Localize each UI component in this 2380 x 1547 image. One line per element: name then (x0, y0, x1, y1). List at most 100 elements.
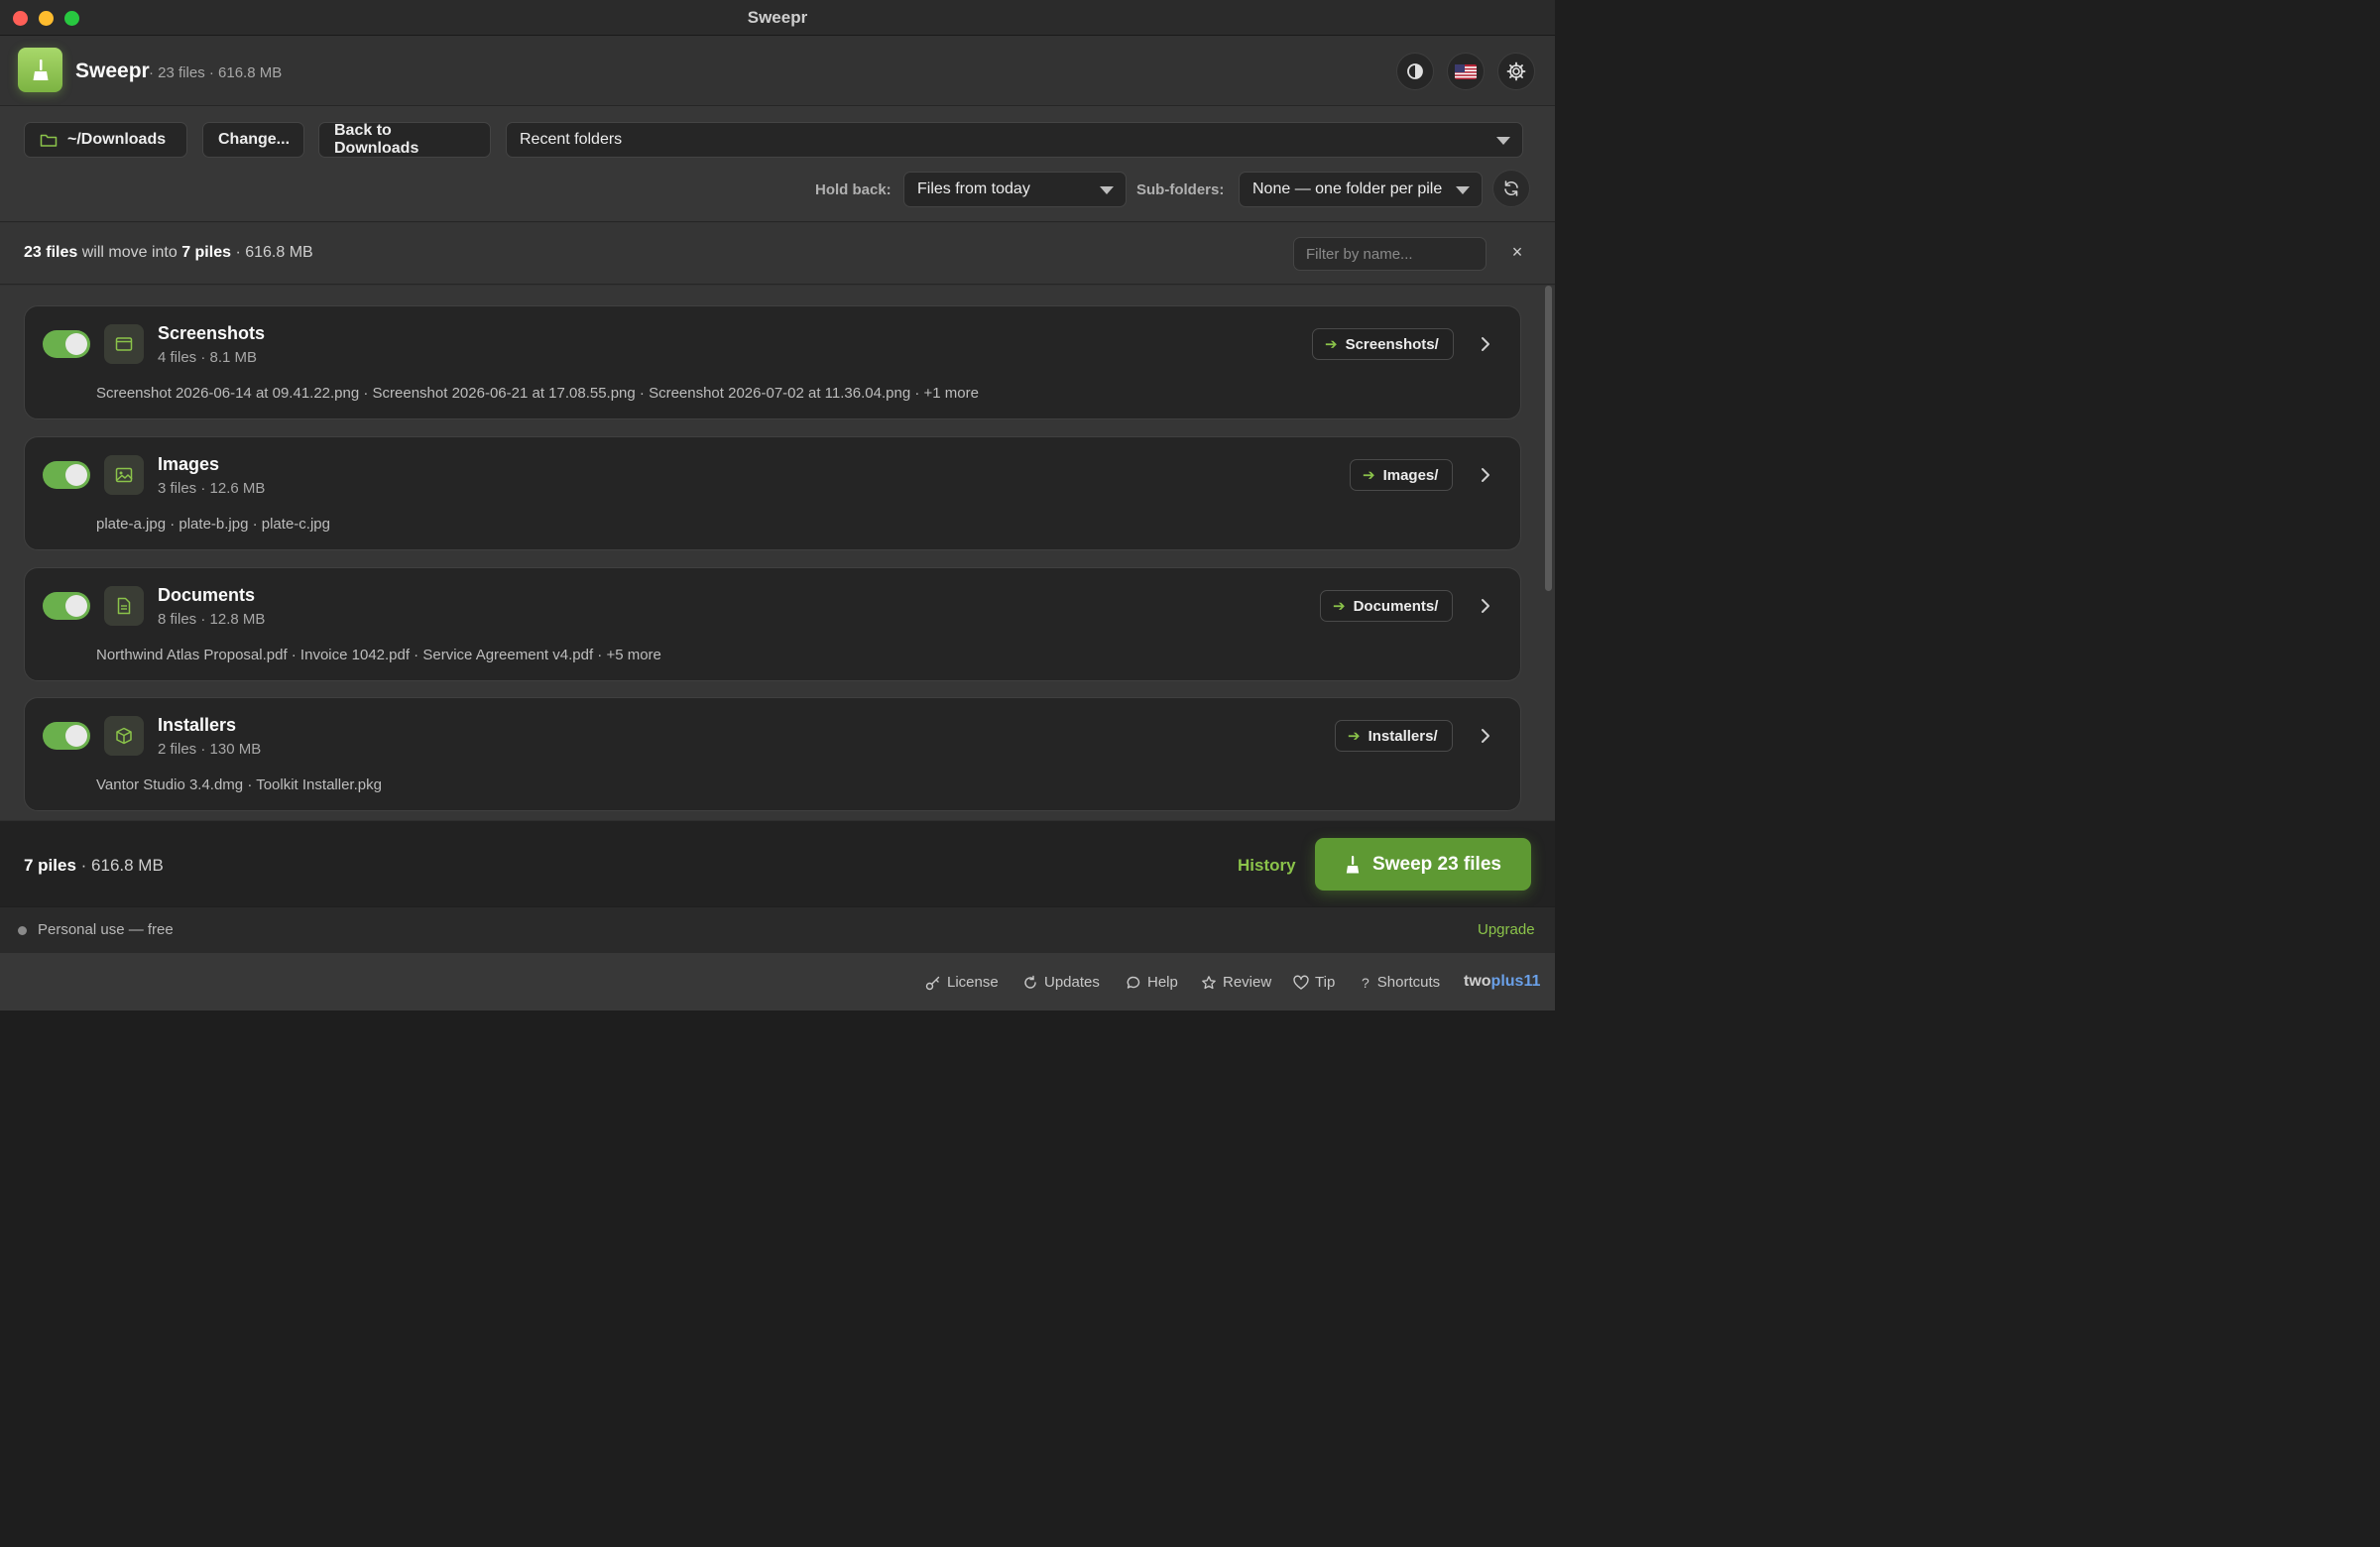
pile-name: Documents (158, 585, 256, 605)
shortcuts-link-label: Shortcuts (1376, 974, 1441, 991)
pile-destination-label: Installers/ (1368, 727, 1438, 745)
arrow-right-icon: ➔ (1363, 467, 1375, 484)
summary-piles-count: 7 piles (181, 244, 231, 261)
pile-files: Screenshot 2026-06-14 at 09.41.22.png · … (96, 385, 979, 402)
clear-filter-button[interactable]: × (1507, 242, 1527, 262)
back-to-downloads-button[interactable]: Back to Downloads (318, 122, 491, 158)
current-folder-label: ~/Downloads (67, 131, 167, 148)
arrow-right-icon: ➔ (1333, 598, 1346, 615)
app-name: Sweepr (75, 60, 150, 82)
current-folder-button[interactable]: ~/Downloads (24, 122, 187, 158)
review-link[interactable]: Review (1201, 974, 1271, 991)
footer-summary: 7 piles · 616.8 MB (24, 856, 164, 876)
toggle-knob (65, 333, 87, 355)
hold-back-select[interactable]: Files from today (903, 172, 1127, 207)
arrow-right-icon: ➔ (1348, 728, 1361, 745)
hold-back-value: Files from today (917, 180, 1030, 197)
image-icon (115, 467, 133, 483)
pile-meta: 8 files · 12.8 MB (158, 611, 266, 628)
tip-link[interactable]: Tip (1293, 974, 1335, 991)
filter-input[interactable]: Filter by name... (1293, 237, 1487, 271)
gear-icon (1506, 61, 1526, 81)
refresh-icon (1504, 180, 1518, 196)
language-button[interactable] (1447, 53, 1485, 90)
pile-meta: 2 files · 130 MB (158, 741, 262, 758)
toolbar: ~/Downloads Change... Back to Downloads … (0, 106, 1555, 222)
settings-button[interactable] (1497, 53, 1535, 90)
pile-meta: 3 files · 12.6 MB (158, 480, 266, 497)
pile-destination-button[interactable]: ➔ Installers/ (1335, 720, 1453, 752)
tip-link-label: Tip (1315, 974, 1336, 991)
question-icon: ? (1362, 974, 1369, 991)
pile-files: Northwind Atlas Proposal.pdf · Invoice 1… (96, 647, 661, 663)
key-icon (925, 976, 940, 990)
action-bar: 7 piles · 616.8 MB History Sweep 23 file… (0, 820, 1555, 906)
pile-destination-label: Screenshots/ (1345, 335, 1439, 353)
recent-folders-select[interactable]: Recent folders (506, 122, 1523, 158)
pile-icon-container (104, 455, 144, 495)
chevron-right-icon[interactable] (1479, 726, 1492, 746)
pile-toggle[interactable] (43, 330, 90, 358)
arrow-right-icon: ➔ (1325, 336, 1338, 353)
subfolders-value: None — one folder per pile (1252, 180, 1443, 197)
pile-card-images[interactable]: Images 3 files · 12.6 MB plate-a.jpg · p… (24, 436, 1521, 550)
broom-icon (1346, 855, 1360, 873)
pile-name: Images (158, 454, 220, 474)
pile-name: Screenshots (158, 323, 266, 343)
subfolders-select[interactable]: None — one folder per pile (1239, 172, 1483, 207)
pile-files: Vantor Studio 3.4.dmg · Toolkit Installe… (96, 776, 382, 793)
title-bar: Sweepr (0, 0, 1555, 36)
pile-destination-button[interactable]: ➔ Images/ (1350, 459, 1454, 491)
updates-link[interactable]: Updates (1022, 974, 1100, 991)
chevron-right-icon[interactable] (1479, 465, 1492, 485)
toggle-knob (65, 595, 87, 617)
refresh-icon (1024, 975, 1036, 989)
app-summary-meta: · 23 files · 616.8 MB (149, 64, 283, 81)
scrollbar-thumb[interactable] (1545, 286, 1552, 591)
chevron-right-icon[interactable] (1479, 334, 1492, 354)
window-icon (115, 337, 133, 351)
app-logo (18, 48, 62, 92)
piles-list: Screenshots 4 files · 8.1 MB Screenshot … (0, 286, 1555, 820)
review-link-label: Review (1223, 974, 1272, 991)
pile-destination-button[interactable]: ➔ Documents/ (1320, 590, 1454, 622)
license-status-bar: Personal use — free Upgrade (0, 906, 1555, 952)
pile-card-installers[interactable]: Installers 2 files · 130 MB Vantor Studi… (24, 697, 1521, 811)
pile-destination-button[interactable]: ➔ Screenshots/ (1312, 328, 1454, 360)
pile-toggle[interactable] (43, 722, 90, 750)
brand-name-part-2: plus11 (1490, 973, 1541, 990)
subfolders-label: Sub-folders: (1136, 181, 1225, 198)
list-scrollbar[interactable] (1544, 286, 1553, 820)
license-link[interactable]: License (925, 974, 999, 991)
pile-icon-container (104, 586, 144, 626)
box-icon (116, 727, 132, 745)
pile-toggle[interactable] (43, 461, 90, 489)
summary-size: · 616.8 MB (231, 244, 313, 261)
help-link[interactable]: Help (1126, 974, 1178, 991)
change-folder-button[interactable]: Change... (202, 122, 304, 158)
pile-meta: 4 files · 8.1 MB (158, 349, 258, 366)
chevron-down-icon (1496, 137, 1510, 145)
chevron-right-icon[interactable] (1479, 596, 1492, 616)
brand-logo[interactable]: twoplus11 (1464, 973, 1540, 991)
links-bar: License Updates Help Review Tip ? Shortc… (0, 952, 1555, 1011)
sweep-button[interactable]: Sweep 23 files (1315, 838, 1531, 891)
pile-icon-container (104, 324, 144, 364)
refresh-button[interactable] (1492, 170, 1530, 207)
summary-files-count: 23 files (24, 244, 78, 261)
folder-icon (40, 134, 58, 147)
upgrade-link[interactable]: Upgrade (1478, 921, 1535, 938)
hold-back-label: Hold back: (815, 181, 892, 198)
history-link[interactable]: History (1238, 856, 1296, 876)
toggle-knob (65, 725, 87, 747)
pile-toggle[interactable] (43, 592, 90, 620)
summary-bar: 23 files will move into 7 piles · 616.8 … (0, 223, 1555, 285)
shortcuts-link[interactable]: ? Shortcuts (1362, 974, 1440, 991)
footer-piles-count: 7 piles (24, 856, 76, 875)
brand-name-part-1: two (1464, 973, 1491, 990)
pile-card-documents[interactable]: Documents 8 files · 12.8 MB Northwind At… (24, 567, 1521, 681)
pile-card-screenshots[interactable]: Screenshots 4 files · 8.1 MB Screenshot … (24, 305, 1521, 419)
appearance-toggle-button[interactable] (1396, 53, 1434, 90)
change-folder-label: Change... (218, 131, 291, 148)
broom-icon (33, 59, 48, 80)
